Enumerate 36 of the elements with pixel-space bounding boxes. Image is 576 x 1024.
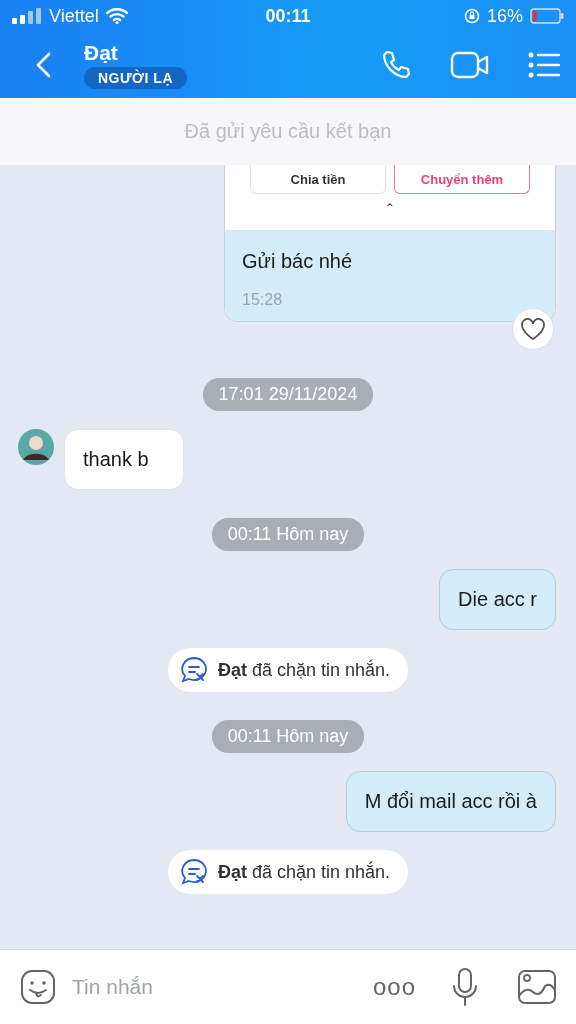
video-call-icon[interactable]	[450, 50, 490, 80]
contact-name: Đạt	[84, 41, 118, 65]
collapse-caret[interactable]: ˆ	[387, 202, 393, 220]
sticker-icon[interactable]	[20, 969, 56, 1005]
friend-request-notice: Đã gửi yêu cầu kết bạn	[184, 120, 392, 143]
message-text: Gửi bác nhé	[242, 250, 354, 273]
microphone-icon[interactable]	[452, 968, 478, 1006]
wifi-icon	[105, 8, 128, 24]
like-button[interactable]	[512, 308, 554, 350]
carrier-name: Viettel	[49, 5, 99, 27]
sent-message: Die acc r	[439, 569, 556, 630]
notice-text: Đạt đã chặn tin nhắn.	[217, 659, 391, 681]
date-separator: 17:01 29/11/2024	[202, 378, 374, 411]
phone-icon[interactable]	[380, 49, 412, 81]
card-action-button[interactable]: Chia tiền	[250, 165, 386, 194]
message-input[interactable]: Tin nhắn	[70, 974, 359, 1000]
sent-message: M đổi mail acc rồi à	[345, 771, 556, 832]
rotation-lock-icon	[463, 8, 480, 24]
blocked-chat-icon	[179, 858, 208, 886]
menu-icon[interactable]	[528, 52, 560, 78]
avatar	[18, 429, 54, 465]
heart-icon	[520, 317, 546, 341]
more-button[interactable]: ooo	[372, 973, 416, 1001]
date-separator: 00:11 Hôm nay	[211, 720, 365, 753]
date-separator: 00:11 Hôm nay	[211, 518, 365, 551]
image-icon[interactable]	[518, 970, 556, 1004]
notice-text: Đạt đã chặn tin nhắn.	[217, 861, 391, 883]
battery-icon	[530, 8, 564, 24]
stranger-badge: NGƯỜI LẠ	[84, 67, 187, 89]
status-time: 00:11	[265, 5, 311, 27]
received-message: thank b	[64, 429, 184, 490]
card-action-button[interactable]: Chuyển thêm	[394, 165, 530, 194]
blocked-chat-icon	[179, 656, 208, 684]
signal-icon	[12, 8, 42, 24]
battery-percent: 16%	[486, 5, 523, 27]
message-time: 15:28	[242, 291, 284, 309]
